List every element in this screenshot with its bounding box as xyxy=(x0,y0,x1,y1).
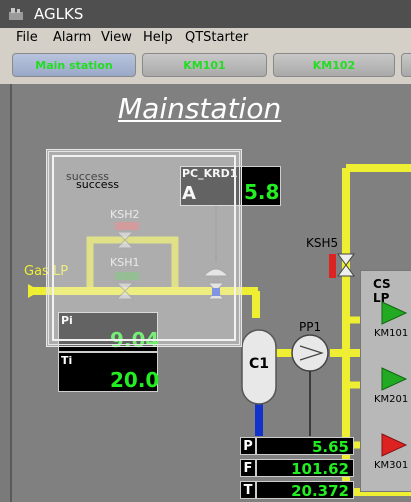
km201-status-icon xyxy=(381,367,408,391)
pc-krd1-value: 5.8 xyxy=(244,180,280,204)
readout-f-value: 101.62 xyxy=(256,459,354,478)
compressor-km101[interactable]: KM101 xyxy=(372,298,411,342)
km301-label: KM301 xyxy=(374,460,409,471)
ti-value: 20.0 xyxy=(110,368,160,392)
page-title: Mainstation xyxy=(118,92,282,125)
readout-p-label: P xyxy=(240,437,256,455)
ti-label: Ti xyxy=(61,354,73,367)
ksh5-valve-icon xyxy=(337,253,355,277)
compressor-km301[interactable]: KM301 xyxy=(372,430,411,474)
inlet-arrow xyxy=(28,284,40,298)
ksh2-label: KSH2 xyxy=(110,208,140,221)
readout-t-label: T xyxy=(240,481,256,499)
km201-label: KM201 xyxy=(374,394,409,405)
ksh5-actuator xyxy=(329,254,336,278)
readout-p-value: 5.65 xyxy=(256,437,354,456)
ksh1-label: KSH1 xyxy=(110,256,140,269)
readout-f-label: F xyxy=(240,459,256,477)
compressor-km201[interactable]: KM201 xyxy=(372,364,411,408)
km101-label: KM101 xyxy=(374,328,409,339)
c1-label: C1 xyxy=(249,356,270,372)
km101-status-icon xyxy=(381,301,408,325)
pp1-label: PP1 xyxy=(299,320,322,334)
readout-t-value: 20.372 xyxy=(256,481,354,500)
ksh5-label: KSH5 xyxy=(306,236,339,250)
overlay-status: success xyxy=(76,178,120,191)
km301-status-icon xyxy=(381,433,408,457)
